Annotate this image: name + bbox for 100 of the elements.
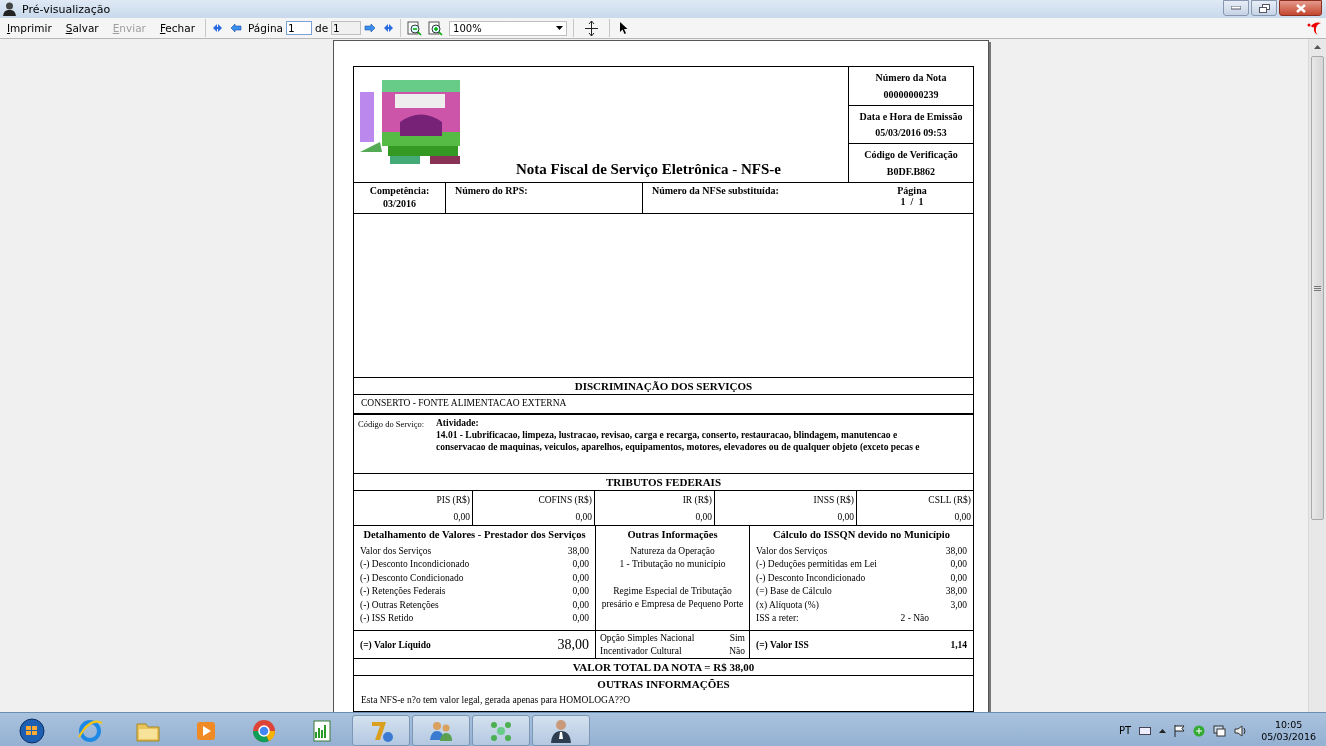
info-value: Não <box>729 644 745 657</box>
total-label: (=) Valor Líquido <box>360 639 431 650</box>
page-number-field[interactable]: 1 <box>285 21 312 35</box>
field-value: 03/2016 <box>383 198 416 209</box>
amount: 0,00 <box>572 585 589 599</box>
close-icon <box>1295 3 1306 13</box>
field-label: Competência: <box>369 185 430 196</box>
pointer-icon[interactable] <box>619 22 629 34</box>
zoom-in-icon[interactable] <box>428 20 444 36</box>
amount: 0,00 <box>950 571 967 585</box>
restore-icon <box>1258 3 1270 13</box>
tax-value: 0,00 <box>453 511 470 522</box>
caret-icon <box>556 26 564 30</box>
show-hidden-icons[interactable] <box>1159 728 1167 733</box>
total-amount: 38,00 <box>557 636 589 653</box>
network-status-icon[interactable] <box>1213 724 1227 737</box>
amount: 3,00 <box>950 598 967 612</box>
info-text: Esta NFS-e n?o tem valor legal, gerada apenas para HOMOLOGA??O <box>360 694 632 707</box>
activity-text: 14.01 - Lubrificacao, limpeza, lustracao, revisao, carga e recarga, conserto, restauracao, blindagem, manutencao e conservacao de maquinas, veiculos, aparelhos, equipamentos, motores, elevadores ou de qualquer objeto (exceto pecas e <box>436 429 921 453</box>
value-label: Valor dos Serviços <box>360 545 432 558</box>
total-label: (=) Valor ISS <box>756 639 809 650</box>
document-title: Nota Fiscal de Serviço Eletrônica - NFS-e <box>516 161 781 178</box>
field-value: 00000000239 <box>883 88 939 100</box>
field-label: Número do RPS: <box>455 185 529 196</box>
value-label: (-) Outras Retenções <box>360 598 439 612</box>
toolbar-button[interactable]: Imprimir <box>0 19 59 37</box>
amount: 0,00 <box>572 571 589 585</box>
value-label: (-) Desconto Incondicionado <box>360 558 470 572</box>
field-label: Código do Serviço: <box>358 418 426 431</box>
page-total-field[interactable]: 1 <box>331 21 362 35</box>
section-title: OUTRAS INFORMAÇÕES <box>354 675 973 692</box>
value-label: (-) Desconto Incondicionado <box>756 571 866 585</box>
amount: 38,00 <box>567 545 589 558</box>
toolbar-button[interactable]: Salvar <box>58 19 106 37</box>
section-title: TRIBUTOS FEDERAIS <box>354 473 973 490</box>
grip-icon <box>1314 285 1321 291</box>
field-label: Data e Hora de Emissão <box>859 110 963 122</box>
info-text: presário e Empresa de Pequeno Porte <box>600 598 745 612</box>
grand-total: VALOR TOTAL DA NOTA = R$ 38,00 <box>354 658 973 675</box>
scroll-up-icon[interactable] <box>1314 45 1321 49</box>
restore-button[interactable] <box>1251 0 1277 16</box>
value-label: (-) Retenções Federais <box>360 585 446 599</box>
tax-label: PIS (R$) <box>436 494 470 505</box>
keyboard-icon[interactable] <box>1139 726 1152 735</box>
of-label: de <box>313 22 330 34</box>
tax-label: CSLL (R$) <box>928 494 971 505</box>
page-label: Página <box>247 22 284 34</box>
toolbar-button[interactable]: Fechar <box>152 19 202 37</box>
info-text: Natureza da Operação <box>629 545 716 558</box>
amount: 38,00 <box>945 545 967 558</box>
first-page-icon[interactable] <box>212 23 224 33</box>
tax-label: COFINS (R$) <box>538 494 592 505</box>
move-icon[interactable] <box>585 20 599 36</box>
previous-page-icon[interactable] <box>230 23 242 33</box>
minimize-icon <box>1231 6 1241 10</box>
value-label: Valor dos Serviços <box>756 545 828 558</box>
tax-value: 0,00 <box>575 511 592 522</box>
field-value: B0DF.B862 <box>886 166 936 178</box>
tax-value: 0,00 <box>954 511 971 522</box>
zoom-out-icon[interactable] <box>407 20 423 36</box>
field-label: Página <box>897 185 927 196</box>
clock-time[interactable]: 10:05 <box>1274 718 1303 731</box>
vertical-scrollbar[interactable] <box>1308 39 1326 712</box>
last-page-icon[interactable] <box>382 23 395 33</box>
next-page-icon[interactable] <box>364 23 377 33</box>
service-description: CONSERTO - FONTE ALIMENTACAO EXTERNA <box>354 394 973 413</box>
value-label: (x) Alíquota (%) <box>756 598 819 612</box>
amount: 0,00 <box>950 558 967 572</box>
zoom-dropdown[interactable]: 100% <box>449 20 568 36</box>
info-text: Regime Especial de Tributação <box>612 584 733 598</box>
amount: 38,00 <box>945 585 967 599</box>
section-title: DISCRIMINAÇÃO DOS SERVIÇOS <box>354 377 973 394</box>
field-value: 1 / 1 <box>900 196 924 207</box>
field-label: Código de Verificação <box>864 149 958 161</box>
activity-label: Atividade: <box>436 417 480 429</box>
amount: 0,00 <box>572 598 589 612</box>
window-title: Pré-visualização <box>22 2 112 16</box>
tax-value: 0,00 <box>837 511 854 522</box>
value-label: (-) Desconto Condicionado <box>360 571 464 585</box>
field-label: Número da Nota <box>875 71 947 83</box>
taskbar-button[interactable] <box>532 715 590 746</box>
amount: 0,00 <box>572 558 589 572</box>
value-label: (-) Deduções permitidas em Lei <box>756 558 877 572</box>
field-label: Número da NFSe substituída: <box>652 185 780 196</box>
volume-icon[interactable] <box>1234 724 1248 737</box>
value-label: (-) ISS Retido <box>360 612 414 626</box>
start-button[interactable] <box>17 716 47 745</box>
flag-icon[interactable] <box>1174 724 1186 737</box>
info-value: Sim <box>729 632 745 645</box>
field-value: 05/03/2016 09:53 <box>875 127 947 139</box>
column-title: Outras Informações <box>626 529 719 540</box>
column-title: Detalhamento de Valores - Prestador dos Serviços <box>362 529 587 540</box>
scroll-thumb[interactable] <box>1311 56 1324 520</box>
info-label: Opção Simples Nacional <box>600 632 695 645</box>
clock-date[interactable]: 05/03/2016 <box>1261 730 1316 743</box>
language-indicator[interactable]: PT <box>1119 725 1132 736</box>
info-label: Incentivador Cultural <box>600 644 682 657</box>
brand-logo-icon <box>1307 20 1323 36</box>
close-button[interactable] <box>1279 0 1322 16</box>
amount: 0,00 <box>572 612 589 626</box>
